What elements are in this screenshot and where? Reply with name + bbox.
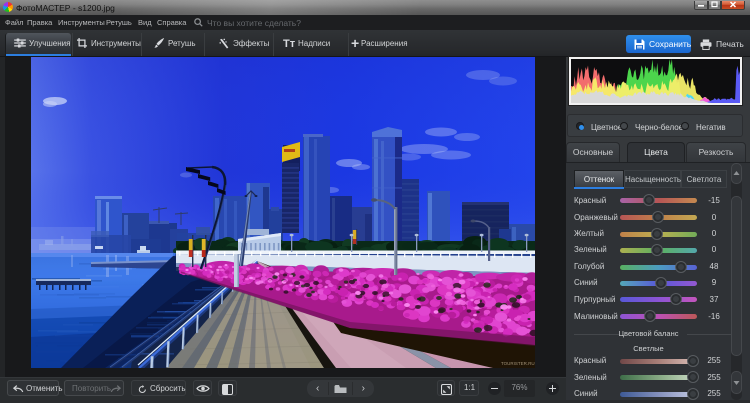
svg-text:TOURISTER.RU: TOURISTER.RU — [501, 361, 535, 366]
